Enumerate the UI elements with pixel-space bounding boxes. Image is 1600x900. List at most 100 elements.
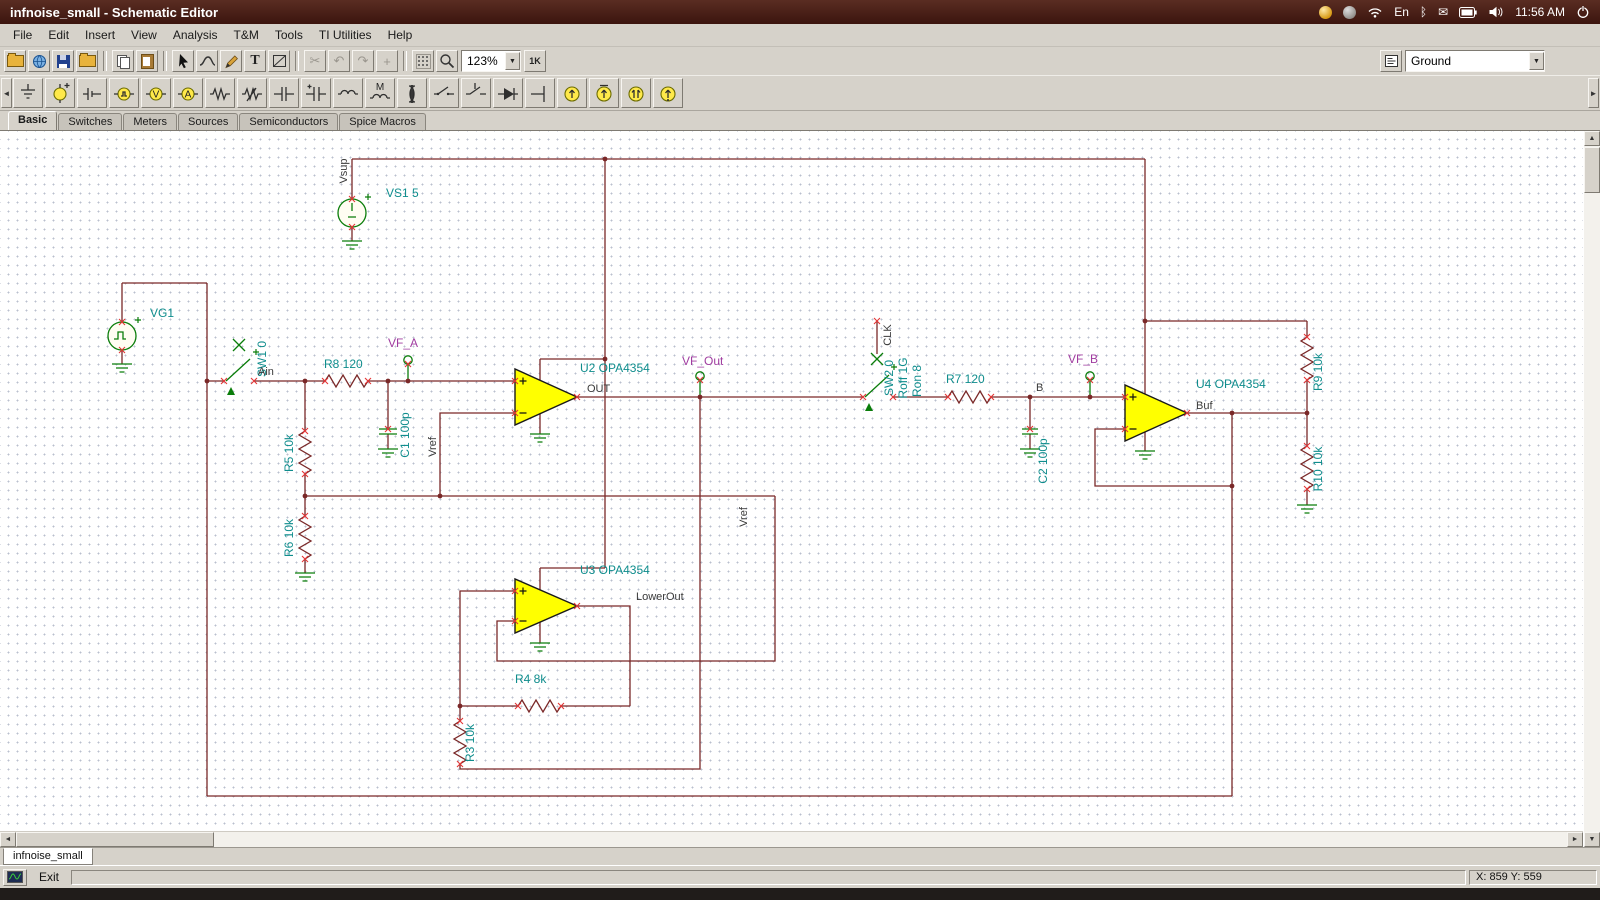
label-r10[interactable]: R10 10k [1311, 446, 1325, 492]
palette-voltmeter-button[interactable]: V [141, 78, 171, 108]
label-r3[interactable]: R3 10k [463, 723, 477, 762]
probe-vf-a[interactable] [404, 356, 412, 381]
resistor-r5[interactable] [299, 431, 311, 474]
label-vf-a[interactable]: VF_A [388, 336, 418, 350]
label-c2[interactable]: C2 100p [1036, 438, 1050, 484]
horizontal-scrollbar[interactable]: ◄ ► [0, 831, 1583, 847]
vertical-scrollbar[interactable]: ▲ ▼ [1583, 131, 1600, 847]
palette-voltage-source-button[interactable] [45, 78, 75, 108]
palette-scroll-right-button[interactable]: ► [1588, 78, 1599, 108]
tab-basic[interactable]: Basic [8, 111, 57, 130]
menu-edit[interactable]: Edit [40, 25, 77, 45]
zoom-level-combobox[interactable]: 123% ▼ [461, 50, 521, 72]
ground-symbol[interactable] [112, 364, 132, 372]
redo-button[interactable]: ↷ [352, 50, 374, 72]
export-button[interactable] [76, 50, 98, 72]
copy-button[interactable] [112, 50, 134, 72]
palette-controlled-current-generator-button[interactable] [653, 78, 683, 108]
wifi-icon[interactable] [1367, 6, 1383, 18]
pencil-tool-button[interactable] [220, 50, 242, 72]
symbol-select-combobox[interactable]: Ground ▼ [1405, 50, 1545, 72]
net-label-b[interactable]: B [1036, 382, 1043, 394]
palette-diode-button[interactable] [493, 78, 523, 108]
palette-controlled-switch-button[interactable] [461, 78, 491, 108]
palette-voltage-generator-button[interactable] [109, 78, 139, 108]
scroll-up-button[interactable]: ▲ [1584, 131, 1600, 146]
ground-symbol[interactable] [1135, 451, 1155, 459]
label-u4[interactable]: U4 OPA4354 [1196, 377, 1266, 391]
bluetooth-icon[interactable]: ᛒ [1420, 6, 1427, 18]
palette-electrolytic-capacitor-button[interactable] [301, 78, 331, 108]
menu-help[interactable]: Help [380, 25, 421, 45]
probe-vf-b[interactable] [1086, 372, 1094, 397]
clock[interactable]: 11:56 AM [1515, 6, 1565, 18]
net-label-lowerout[interactable]: LowerOut [636, 591, 684, 603]
tab-spice-macros[interactable]: Spice Macros [339, 113, 426, 130]
paste-button[interactable] [136, 50, 158, 72]
label-u2[interactable]: U2 OPA4354 [580, 361, 650, 375]
label-r7[interactable]: R7 120 [946, 372, 985, 386]
show-values-toggle-button[interactable]: 1K [524, 50, 546, 72]
scroll-left-button[interactable]: ◄ [0, 832, 16, 847]
titlebar[interactable]: infnoise_small - Schematic Editor En ᛒ ✉… [0, 0, 1600, 24]
wires[interactable] [122, 159, 1307, 796]
label-r9[interactable]: R9 10k [1311, 352, 1325, 391]
move-button[interactable]: + [376, 50, 398, 72]
ground-symbol[interactable] [530, 434, 550, 442]
vertical-scroll-trough[interactable] [1584, 194, 1600, 832]
schematic-canvas[interactable]: Vsup VS1 5 VG1 SW1 0 Ain R8 120 VF_A C1 … [0, 131, 1583, 831]
grid-toggle-button[interactable] [412, 50, 434, 72]
label-vf-out[interactable]: VF_Out [682, 354, 724, 368]
menu-tm[interactable]: T&M [226, 25, 267, 45]
ground-symbol[interactable] [295, 573, 315, 581]
net-label-ain[interactable]: Ain [258, 366, 274, 378]
label-roff[interactable]: Roff 1G [896, 357, 910, 398]
vertical-scroll-thumb[interactable] [1584, 147, 1600, 193]
net-label-out[interactable]: OUT [587, 383, 611, 395]
ground-symbol[interactable] [1297, 505, 1317, 513]
palette-potentiometer-button[interactable] [237, 78, 267, 108]
open-button[interactable] [4, 50, 26, 72]
resistor-r8[interactable] [325, 375, 368, 387]
sheet-tab-infnoise-small[interactable]: infnoise_small [3, 848, 93, 865]
ground-symbol[interactable] [378, 449, 398, 457]
tab-semiconductors[interactable]: Semiconductors [239, 113, 338, 130]
mail-icon[interactable]: ✉ [1438, 6, 1448, 18]
tab-sources[interactable]: Sources [178, 113, 238, 130]
wire-tool-button[interactable] [196, 50, 218, 72]
palette-capacitor-button[interactable] [269, 78, 299, 108]
symbol-dropdown-arrow[interactable]: ▼ [1529, 52, 1544, 70]
palette-ground-button[interactable] [13, 78, 43, 108]
opamp-u3[interactable] [515, 579, 577, 633]
palette-controlled-current-source-button[interactable] [589, 78, 619, 108]
label-c1[interactable]: C1 100p [398, 412, 412, 458]
label-vf-b[interactable]: VF_B [1068, 352, 1098, 366]
text-tool-button[interactable]: T [244, 50, 266, 72]
net-label-clk[interactable]: CLK [882, 324, 894, 346]
menu-insert[interactable]: Insert [77, 25, 123, 45]
label-r8[interactable]: R8 120 [324, 357, 363, 371]
resistor-r7[interactable] [948, 391, 991, 403]
palette-transformer-button[interactable] [397, 78, 427, 108]
palette-battery-button[interactable] [77, 78, 107, 108]
battery-icon[interactable] [1459, 7, 1477, 18]
horizontal-scroll-trough[interactable] [214, 832, 1567, 847]
session-menu-icon[interactable] [1343, 6, 1356, 19]
palette-inductor-button[interactable] [333, 78, 363, 108]
palette-terminal-button[interactable] [525, 78, 555, 108]
label-vg1[interactable]: VG1 [150, 306, 174, 320]
voltage-generator-vg1[interactable] [108, 317, 141, 350]
label-sw2[interactable]: SW2 0 [882, 360, 896, 396]
label-r4[interactable]: R4 8k [515, 672, 547, 686]
horizontal-scroll-thumb[interactable] [16, 832, 214, 847]
resistor-r6[interactable] [299, 516, 311, 559]
menu-analysis[interactable]: Analysis [165, 25, 226, 45]
palette-switch-button[interactable] [429, 78, 459, 108]
schematic-drawing[interactable]: Vsup VS1 5 VG1 SW1 0 Ain R8 120 VF_A C1 … [0, 131, 1583, 831]
scroll-down-button[interactable]: ▼ [1584, 832, 1600, 847]
cut-button[interactable]: ✂ [304, 50, 326, 72]
scroll-right-button[interactable]: ► [1567, 832, 1583, 847]
opamp-u2[interactable] [515, 369, 577, 425]
opamp-u4[interactable] [1125, 385, 1187, 441]
notification-icon[interactable] [1319, 6, 1332, 19]
